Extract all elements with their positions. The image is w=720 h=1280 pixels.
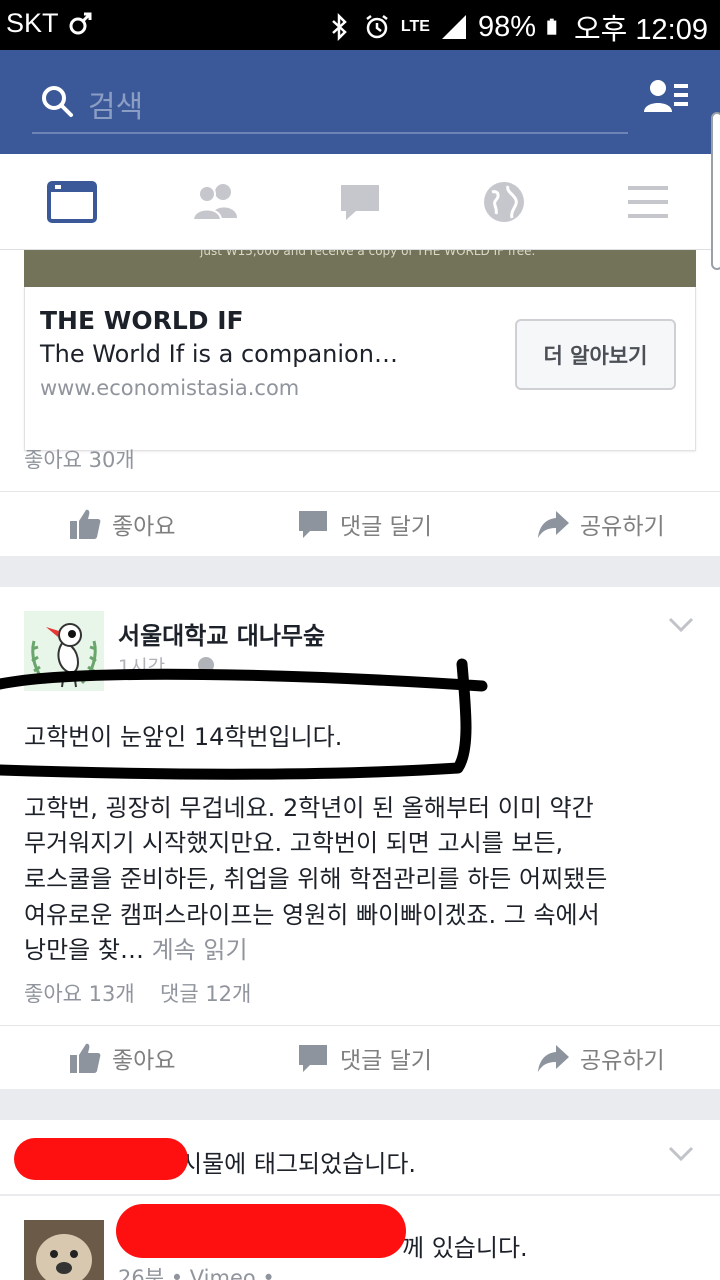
comment-icon (299, 1045, 327, 1072)
post-body-line: 고학번, 굉장히 무겁네요. 2학년이 된 올해부터 이미 약간 (24, 794, 594, 822)
scroll-indicator[interactable] (711, 112, 720, 270)
chevron-down-icon[interactable] (668, 617, 694, 633)
tab-news-feed[interactable] (0, 154, 144, 250)
share-arrow-icon (538, 1045, 569, 1072)
signal-strength-icon (441, 15, 466, 39)
post-likes-count[interactable]: 좋아요 13개 (24, 978, 135, 1008)
gender-symbol-icon (69, 12, 92, 34)
ad-likes-count[interactable]: 좋아요 30개 (24, 444, 135, 474)
tab-friend-requests[interactable] (144, 154, 288, 250)
post-body-line: 여유로운 캠퍼스라이프는 영원히 빠이빠이겠죠. 그 속에서 (24, 901, 600, 929)
learn-more-button[interactable]: 더 알아보기 (515, 319, 676, 390)
tab-messages[interactable] (288, 154, 432, 250)
redaction-mark (116, 1204, 406, 1258)
app-header: 검색 (0, 50, 720, 154)
contacts-icon[interactable] (644, 78, 688, 118)
link-title: THE WORLD IF (40, 306, 244, 335)
search-input[interactable]: 검색 (32, 80, 628, 134)
link-description: The World If is a companion… (40, 340, 398, 368)
news-feed-icon (47, 181, 97, 223)
like-button[interactable]: 좋아요 (68, 492, 175, 556)
share-arrow-icon (538, 511, 569, 538)
screen: SKT LTE 98% 오후 12:09 검색 just ₩15,000 and… (0, 0, 720, 1280)
status-bar: SKT LTE 98% 오후 12:09 (0, 0, 720, 50)
tab-notifications[interactable] (432, 154, 576, 250)
search-placeholder: 검색 (88, 90, 144, 125)
network-type: LTE (400, 18, 430, 35)
link-preview-image[interactable]: just ₩15,000 and receive a copy of THE W… (24, 250, 696, 287)
like-button[interactable]: 좋아요 (68, 1026, 175, 1090)
tab-menu[interactable] (576, 154, 720, 250)
link-url: www.economistasia.com (40, 376, 300, 400)
post-author[interactable]: 서울대학교 대나무숲 (118, 616, 325, 651)
like-label: 좋아요 (112, 514, 176, 540)
battery-percent: 98% (477, 10, 536, 43)
thumbs-up-icon (70, 1043, 101, 1073)
share-label: 공유하기 (580, 514, 665, 540)
clock: 오후 12:09 (574, 14, 708, 46)
comment-button[interactable]: 댓글 달기 (296, 492, 432, 556)
post-body-line: 낭만을 찾… (24, 936, 144, 964)
hamburger-menu-icon (628, 186, 668, 218)
comment-label: 댓글 달기 (340, 1048, 432, 1074)
redaction-mark (14, 1138, 188, 1180)
post-action-row: 좋아요 댓글 달기 공유하기 (0, 1025, 720, 1089)
globe-icon (484, 182, 524, 222)
comment-label: 댓글 달기 (340, 514, 432, 540)
post-comments-count[interactable]: 댓글 12개 (160, 978, 251, 1008)
tagged-text: 시물에 태그되었습니다. (180, 1150, 417, 1178)
carrier-label: SKT (6, 8, 59, 38)
comment-icon (299, 511, 327, 538)
tab-bar (0, 154, 720, 250)
share-button[interactable]: 공유하기 (536, 492, 665, 556)
thumbs-up-icon (70, 509, 101, 539)
hand-drawn-annotation (0, 658, 488, 780)
chat-bubble-icon (341, 185, 379, 220)
friends-icon (191, 184, 237, 221)
share-button[interactable]: 공유하기 (536, 1026, 665, 1090)
chevron-down-icon[interactable] (668, 1146, 694, 1162)
share-label: 공유하기 (580, 1048, 665, 1074)
user-avatar[interactable] (24, 1220, 104, 1280)
search-icon (42, 86, 73, 117)
comment-button[interactable]: 댓글 달기 (296, 1026, 432, 1090)
alarm-icon (366, 15, 388, 39)
link-image-caption: just ₩15,000 and receive a copy of THE W… (200, 250, 536, 258)
post-body-last-line: 낭만을 찾… 계속 읽기 (24, 930, 248, 965)
see-more-link[interactable]: 계속 읽기 (152, 936, 248, 964)
battery-icon (547, 18, 557, 35)
bluetooth-icon (332, 13, 347, 41)
post-body-line: 무거워지기 시작했지만요. 고학번이 되면 고시를 보든, (24, 829, 564, 857)
ad-action-row: 좋아요 댓글 달기 공유하기 (0, 491, 720, 555)
tagged-post-meta: 26분 • Vimeo • (118, 1266, 275, 1280)
like-label: 좋아요 (112, 1048, 176, 1074)
tagged-post-line: 께 있습니다. (402, 1234, 528, 1262)
post-body-line: 로스쿨을 준비하든, 취업을 위해 학점관리를 하든 어찌됐든 (24, 865, 608, 893)
